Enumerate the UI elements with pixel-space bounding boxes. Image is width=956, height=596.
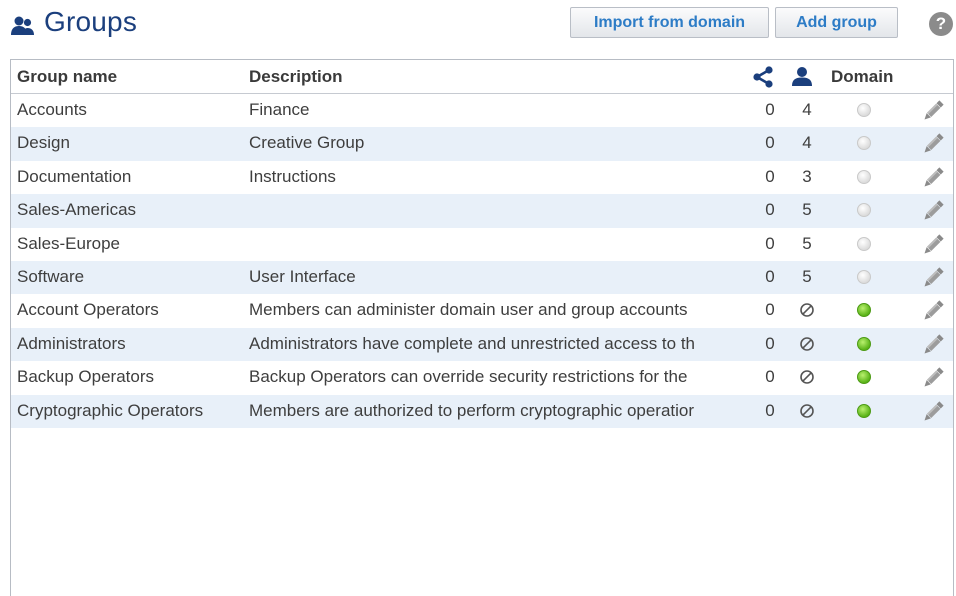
group-name-cell: Administrators [17,333,126,353]
members-count: 5 [802,266,812,286]
title-wrap: Groups [10,6,137,38]
domain-inactive-indicator [857,136,871,151]
none-icon [799,302,815,323]
domain-inactive-indicator [857,169,871,184]
members-count: 5 [802,233,812,253]
description-cell: Finance [249,100,310,119]
none-icon [799,403,815,424]
none-icon [799,336,815,357]
table-row[interactable]: Cryptographic Operators Members are autho… [11,394,953,428]
domain-active-indicator [857,303,871,318]
shares-count: 0 [765,333,775,353]
domain-active-indicator [857,336,871,351]
domain-inactive-indicator [857,269,871,284]
description-cell: Members can administer domain user and g… [249,300,688,320]
members-count: 4 [802,133,812,153]
edit-pencil-icon[interactable] [920,399,946,425]
domain-inactive-indicator [857,103,871,117]
description-cell: User Interface [249,266,356,286]
shares-count: 0 [765,166,775,186]
shares-count: 0 [765,133,775,153]
members-count: 3 [802,166,812,186]
group-name-cell: Backup Operators [17,367,155,387]
page-title: Groups [44,6,138,37]
description-cell: Administrators have complete and unrestr… [249,333,695,353]
group-name-cell: Sales-Europe [17,233,121,253]
table-row[interactable]: Sales-Europe 0 5 [11,228,953,261]
description-cell: Instructions [249,166,336,186]
group-name-cell: Design [17,133,70,153]
edit-pencil-icon[interactable] [920,165,946,191]
user-icon[interactable] [791,65,813,87]
none-icon [799,369,815,390]
edit-pencil-icon[interactable] [920,131,946,157]
edit-pencil-icon[interactable] [920,265,946,291]
page-header: Groups Import from domain Add group ? [0,0,956,56]
description-cell: Creative Group [249,133,365,153]
description-cell: Members are authorized to perform crypto… [249,400,695,420]
group-name-cell: Software [17,266,85,286]
group-name-cell: Cryptographic Operators [17,400,204,420]
table-row[interactable]: Administrators Administrators have comple… [11,327,953,362]
add-group-button[interactable]: Add group [775,7,898,38]
group-name-cell: Sales-Americas [17,200,137,220]
table-row[interactable]: Backup Operators Backup Operators can ove… [11,361,953,394]
column-header-domain[interactable]: Domain [831,67,893,87]
table-row[interactable]: Design Creative Group 0 4 [11,127,953,161]
groups-table: Group name Description Domain Accounts Fi… [10,59,954,596]
edit-pencil-icon[interactable] [920,298,946,324]
group-name-cell: Documentation [17,166,132,186]
members-count: 4 [802,100,812,119]
shares-count: 0 [765,266,775,286]
column-header-group-name[interactable]: Group name [17,67,117,87]
edit-pencil-icon[interactable] [920,198,946,224]
table-row[interactable]: Documentation Instructions 0 3 [11,161,953,194]
share-icon[interactable] [751,65,775,89]
description-cell: Backup Operators can override security r… [249,367,688,387]
help-icon[interactable]: ? [929,12,953,36]
group-icon [11,16,34,35]
members-count: 5 [802,200,812,220]
table-header: Group name Description Domain [11,60,953,94]
edit-pencil-icon[interactable] [920,332,946,358]
shares-count: 0 [765,200,775,220]
edit-pencil-icon[interactable] [920,365,946,391]
edit-pencil-icon[interactable] [920,98,946,124]
shares-count: 0 [765,300,775,320]
shares-count: 0 [765,400,775,420]
table-row[interactable]: Software User Interface 0 5 [11,260,953,295]
domain-inactive-indicator [857,203,871,218]
edit-pencil-icon[interactable] [920,232,946,258]
domain-active-indicator [857,370,871,385]
domain-active-indicator [857,403,871,418]
shares-count: 0 [765,233,775,253]
group-name-cell: Account Operators [17,300,159,320]
shares-count: 0 [765,100,775,119]
table-row[interactable]: Account Operators Members can administer … [11,294,953,327]
table-body: Accounts Finance 0 4 Design Creative Group 0 4 D… [11,94,953,428]
table-row[interactable]: Accounts Finance 0 4 [11,94,953,127]
group-name-cell: Accounts [17,100,87,119]
column-header-description[interactable]: Description [249,67,343,87]
table-row[interactable]: Sales-Americas 0 5 [11,194,953,228]
domain-inactive-indicator [857,236,871,251]
import-from-domain-button[interactable]: Import from domain [570,7,769,38]
shares-count: 0 [765,367,775,387]
